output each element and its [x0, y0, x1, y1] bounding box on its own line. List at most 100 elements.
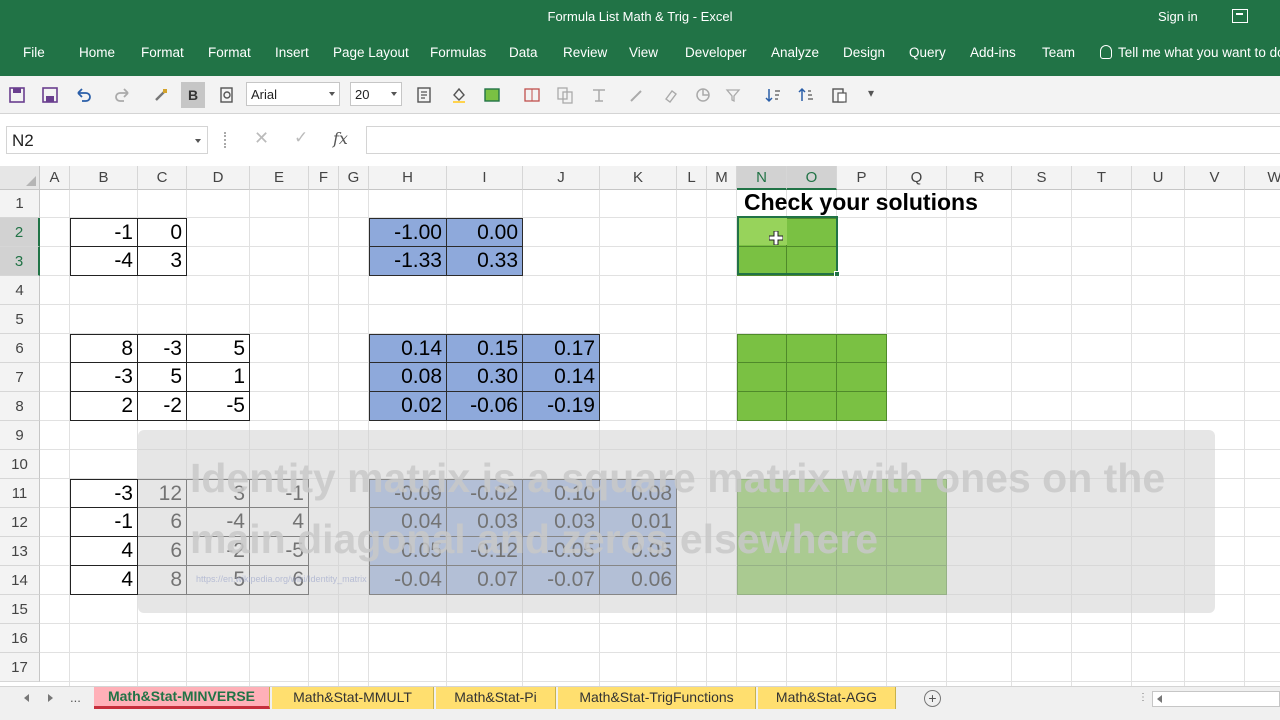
check-solution-cell[interactable]	[787, 334, 837, 363]
row-header-17[interactable]: 17	[0, 653, 40, 682]
row-header-2[interactable]: 2	[0, 218, 40, 247]
column-header-j[interactable]: J	[523, 166, 600, 190]
ribbon-display-options-icon[interactable]	[1232, 9, 1248, 23]
input-matrix-cell[interactable]: -1	[70, 508, 138, 537]
eraser-icon[interactable]	[662, 86, 680, 104]
row-header-15[interactable]: 15	[0, 595, 40, 624]
column-header-n[interactable]: N	[737, 166, 787, 190]
check-solution-cell[interactable]	[837, 392, 887, 421]
sign-in-link[interactable]: Sign in	[1158, 9, 1198, 24]
column-header-a[interactable]: A	[40, 166, 70, 190]
row-header-14[interactable]: 14	[0, 566, 40, 595]
tab-data[interactable]: Data	[509, 45, 538, 60]
column-header-i[interactable]: I	[447, 166, 523, 190]
merge-cells-icon[interactable]	[523, 86, 541, 104]
inverse-matrix-cell[interactable]: -0.19	[523, 392, 600, 421]
tab-developer[interactable]: Developer	[685, 45, 747, 60]
format-painter-icon[interactable]	[152, 86, 170, 104]
column-header-v[interactable]: V	[1185, 166, 1245, 190]
row-header-8[interactable]: 8	[0, 392, 40, 421]
tab-insert[interactable]: Insert	[275, 45, 309, 60]
scroll-right-icon[interactable]	[48, 694, 53, 702]
input-matrix-cell[interactable]: 8	[70, 334, 138, 363]
column-header-p[interactable]: P	[837, 166, 887, 190]
sheet-tab-pi[interactable]: Math&Stat-Pi	[436, 687, 556, 709]
sort-icon[interactable]	[764, 86, 782, 104]
inverse-matrix-cell[interactable]: 0.08	[369, 363, 447, 392]
more-sheets-button[interactable]: ...	[70, 690, 81, 705]
column-header-h[interactable]: H	[369, 166, 447, 190]
column-header-g[interactable]: G	[339, 166, 369, 190]
check-solutions-heading[interactable]: Check your solutions	[744, 189, 978, 216]
inverse-matrix-cell[interactable]: -1.00	[369, 218, 447, 247]
input-matrix-cell[interactable]: -2	[138, 392, 187, 421]
inverse-matrix-cell[interactable]: 0.14	[523, 363, 600, 392]
column-header-u[interactable]: U	[1132, 166, 1185, 190]
fill-color-icon[interactable]	[450, 86, 468, 104]
check-solution-cell[interactable]	[737, 392, 787, 421]
input-matrix-cell[interactable]: 4	[70, 537, 138, 566]
page-setup-icon[interactable]	[415, 86, 433, 104]
insert-function-icon[interactable]: fx	[333, 129, 348, 148]
tab-analyze[interactable]: Analyze	[771, 45, 819, 60]
row-header-5[interactable]: 5	[0, 305, 40, 334]
inverse-matrix-cell[interactable]: -1.33	[369, 247, 447, 276]
customize-toolbar-icon[interactable]: ▾	[868, 86, 878, 104]
tab-home[interactable]: Home	[79, 45, 115, 60]
row-header-1[interactable]: 1	[0, 190, 40, 218]
borders-icon[interactable]	[483, 86, 501, 104]
tab-formulas[interactable]: Formulas	[430, 45, 486, 60]
chart-icon[interactable]	[694, 86, 712, 104]
font-size-select[interactable]: 20	[350, 82, 402, 106]
row-header-16[interactable]: 16	[0, 624, 40, 653]
wrap-text-icon[interactable]	[590, 86, 608, 104]
input-matrix-cell[interactable]: -1	[70, 218, 138, 247]
column-header-d[interactable]: D	[187, 166, 250, 190]
row-header-10[interactable]: 10	[0, 450, 40, 479]
horizontal-scrollbar[interactable]	[1152, 691, 1280, 707]
column-header-s[interactable]: S	[1012, 166, 1072, 190]
input-matrix-cell[interactable]: 0	[138, 218, 187, 247]
tab-format-2[interactable]: Format	[208, 45, 251, 60]
input-matrix-cell[interactable]: -4	[70, 247, 138, 276]
print-preview-icon[interactable]	[218, 86, 236, 104]
save-as-icon[interactable]	[41, 86, 59, 104]
formula-bar-splitter[interactable]	[224, 132, 226, 148]
row-header-13[interactable]: 13	[0, 537, 40, 566]
inverse-matrix-cell[interactable]: 0.30	[447, 363, 523, 392]
column-header-m[interactable]: M	[707, 166, 737, 190]
undo-icon[interactable]	[74, 86, 92, 104]
formula-input[interactable]	[366, 126, 1280, 154]
input-matrix-cell[interactable]: -5	[187, 392, 250, 421]
inverse-matrix-cell[interactable]: 0.15	[447, 334, 523, 363]
tab-format-1[interactable]: Format	[141, 45, 184, 60]
copy-icon[interactable]	[556, 86, 574, 104]
draw-icon[interactable]	[628, 86, 646, 104]
column-header-b[interactable]: B	[70, 166, 138, 190]
input-matrix-cell[interactable]: 5	[187, 334, 250, 363]
row-header-6[interactable]: 6	[0, 334, 40, 363]
scroll-left-icon[interactable]	[1157, 695, 1162, 703]
tab-page-layout[interactable]: Page Layout	[333, 45, 409, 60]
tab-team[interactable]: Team	[1042, 45, 1075, 60]
check-solution-cell[interactable]	[737, 334, 787, 363]
input-matrix-cell[interactable]: -3	[70, 363, 138, 392]
note-link[interactable]: https://en.wikipedia.org/wiki/Identity_m…	[196, 574, 367, 584]
inverse-matrix-cell[interactable]: 0.17	[523, 334, 600, 363]
select-all-button[interactable]	[0, 166, 40, 190]
add-sheet-button[interactable]: +	[924, 690, 941, 707]
filter-icon[interactable]	[724, 86, 742, 104]
inverse-matrix-cell[interactable]: 0.02	[369, 392, 447, 421]
tab-add-ins[interactable]: Add-ins	[970, 45, 1016, 60]
sheet-tab-trigfunctions[interactable]: Math&Stat-TrigFunctions	[558, 687, 756, 709]
input-matrix-cell[interactable]: 5	[138, 363, 187, 392]
column-header-e[interactable]: E	[250, 166, 309, 190]
tab-view[interactable]: View	[629, 45, 658, 60]
inverse-matrix-cell[interactable]: -0.06	[447, 392, 523, 421]
check-solution-cell[interactable]	[837, 363, 887, 392]
save-icon[interactable]	[8, 86, 26, 104]
column-header-t[interactable]: T	[1072, 166, 1132, 190]
tab-review[interactable]: Review	[563, 45, 607, 60]
sheet-tab-minverse[interactable]: Math&Stat-MINVERSE	[94, 687, 270, 709]
check-solution-cell[interactable]	[787, 392, 837, 421]
